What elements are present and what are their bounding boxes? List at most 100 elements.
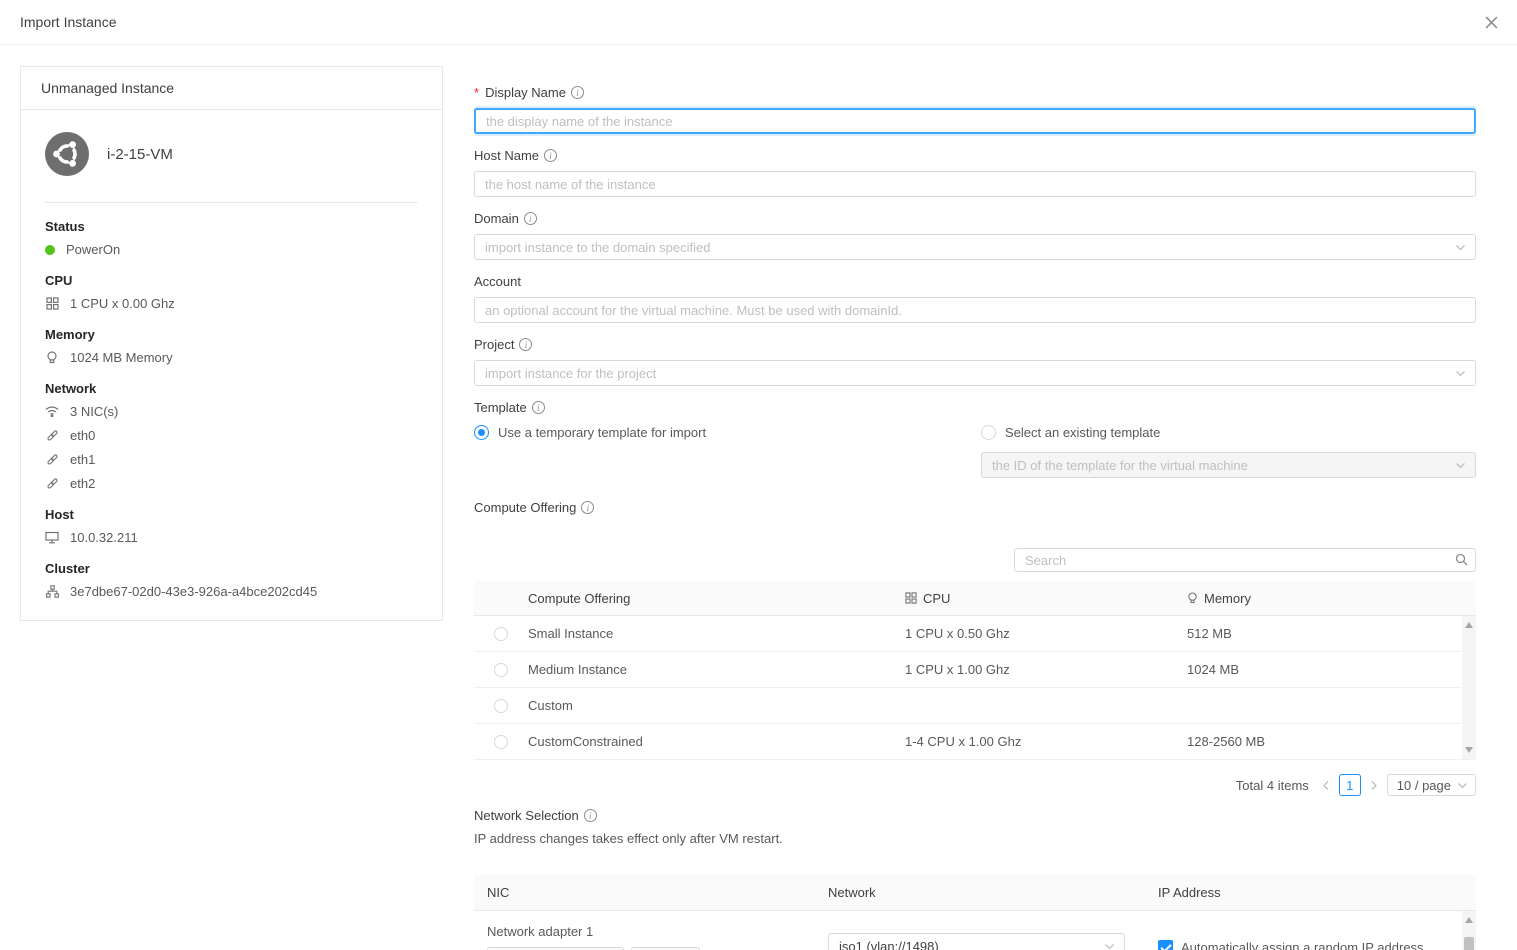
- project-select[interactable]: import instance for the project: [474, 360, 1476, 386]
- radio-existing-label: Select an existing template: [1005, 425, 1160, 440]
- network-eth0: eth0: [45, 428, 418, 443]
- template-label-row: Template: [474, 400, 1476, 415]
- status-dot-icon: [45, 245, 55, 255]
- project-label-row: Project: [474, 337, 1476, 352]
- chevron-down-icon: [1455, 368, 1466, 379]
- nic-table-header: NIC Network IP Address: [474, 875, 1476, 911]
- cluster-text: 3e7dbe67-02d0-43e3-926a-a4bce202cd45: [70, 584, 317, 599]
- compute-offering-label: Compute Offering: [474, 500, 576, 515]
- row-radio[interactable]: [494, 699, 508, 713]
- card-title: Unmanaged Instance: [21, 67, 442, 110]
- search-box: [1014, 548, 1476, 572]
- table-row[interactable]: CustomConstrained 1-4 CPU x 1.00 Ghz 128…: [474, 724, 1476, 760]
- memory-label: Memory: [45, 327, 418, 342]
- col-nic: NIC: [474, 885, 815, 900]
- account-input[interactable]: [474, 297, 1476, 323]
- row-radio[interactable]: [494, 627, 508, 641]
- cluster-label: Cluster: [45, 561, 418, 576]
- scrollbar-thumb[interactable]: [1464, 937, 1474, 950]
- col-network: Network: [815, 885, 1145, 900]
- status-label: Status: [45, 219, 418, 234]
- compute-offering-table-header: Compute Offering CPU Memory: [474, 581, 1476, 616]
- table-row[interactable]: Medium Instance 1 CPU x 1.00 Ghz 1024 MB: [474, 652, 1476, 688]
- pagination: Total 4 items 1 10 / page: [474, 773, 1476, 797]
- table-row[interactable]: Custom: [474, 688, 1476, 724]
- eth0-text: eth0: [70, 428, 95, 443]
- auto-assign-ip-checkbox[interactable]: [1158, 940, 1173, 950]
- scroll-up-icon[interactable]: [1465, 917, 1473, 923]
- network-label: Network: [45, 381, 418, 396]
- network-cell: iso1 (vlan://1498): [815, 911, 1145, 950]
- prev-page-icon[interactable]: [1321, 780, 1331, 791]
- cpu-label: CPU: [45, 273, 418, 288]
- ubuntu-logo-icon: [45, 132, 89, 176]
- eth2-text: eth2: [70, 476, 95, 491]
- cpu-grid-icon: [45, 297, 59, 310]
- host-value: 10.0.32.211: [45, 530, 418, 545]
- host-label: Host: [45, 507, 418, 522]
- host-name-input[interactable]: [474, 171, 1476, 197]
- link-icon: [45, 477, 59, 490]
- page-number-button[interactable]: 1: [1339, 774, 1361, 796]
- domain-placeholder: import instance to the domain specified: [485, 240, 710, 255]
- search-icon[interactable]: [1455, 553, 1468, 566]
- col-cpu: CPU: [905, 591, 1187, 606]
- cpu-grid-icon: [905, 592, 917, 604]
- template-option-temporary: Use a temporary template for import: [474, 423, 981, 478]
- host-text: 10.0.32.211: [70, 530, 138, 545]
- close-icon[interactable]: [1481, 12, 1501, 32]
- col-memory-label: Memory: [1204, 591, 1251, 606]
- existing-template-select: the ID of the template for the virtual m…: [981, 452, 1476, 478]
- page-title: Import Instance: [20, 14, 117, 30]
- divider: [45, 202, 418, 203]
- info-icon: [584, 809, 597, 822]
- table-scrollbar[interactable]: [1462, 616, 1476, 759]
- link-icon: [45, 429, 59, 442]
- offering-name: Custom: [528, 698, 905, 713]
- host-name-label: Host Name: [474, 148, 539, 163]
- row-radio[interactable]: [494, 735, 508, 749]
- row-radio[interactable]: [494, 663, 508, 677]
- vm-name: i-2-15-VM: [107, 146, 173, 163]
- nic-network-select[interactable]: iso1 (vlan://1498): [828, 933, 1125, 950]
- offering-name: Small Instance: [528, 626, 905, 641]
- next-page-icon[interactable]: [1369, 780, 1379, 791]
- import-form: * Display Name Host Name Domain import i…: [474, 66, 1476, 950]
- network-selection-label: Network Selection: [474, 808, 579, 823]
- memory-text: 1024 MB Memory: [70, 350, 173, 365]
- offering-cpu: 1 CPU x 0.50 Ghz: [905, 626, 1187, 641]
- chevron-down-icon: [1104, 941, 1115, 950]
- info-icon: [524, 212, 537, 225]
- template-option-existing: Select an existing template the ID of th…: [981, 423, 1476, 478]
- account-label: Account: [474, 274, 521, 289]
- page-size-select[interactable]: 10 / page: [1387, 774, 1476, 796]
- pagination-total: Total 4 items: [1236, 778, 1309, 793]
- account-label-row: Account: [474, 274, 1476, 289]
- scroll-up-icon[interactable]: [1465, 622, 1473, 628]
- chevron-down-icon: [1455, 460, 1466, 471]
- cluster-value: 3e7dbe67-02d0-43e3-926a-a4bce202cd45: [45, 584, 418, 599]
- scroll-down-icon[interactable]: [1465, 747, 1473, 753]
- nic-table-scrollbar[interactable]: [1462, 911, 1476, 950]
- info-icon: [544, 149, 557, 162]
- wifi-icon: [45, 406, 59, 417]
- memory-bulb-icon: [45, 351, 59, 365]
- status-text: PowerOn: [66, 242, 120, 257]
- status-value: PowerOn: [45, 242, 418, 257]
- col-compute-offering: Compute Offering: [528, 591, 905, 606]
- radio-temporary-template[interactable]: [474, 425, 489, 440]
- nic-network-value: iso1 (vlan://1498): [839, 939, 939, 950]
- table-row[interactable]: Small Instance 1 CPU x 0.50 Ghz 512 MB: [474, 616, 1476, 652]
- domain-label-row: Domain: [474, 211, 1476, 226]
- memory-bulb-icon: [1187, 592, 1198, 605]
- display-name-label-row: * Display Name: [474, 85, 1476, 100]
- nic-cell: Network adapter 1 mac: 02:00:24:a9:00:07…: [474, 911, 815, 950]
- display-name-input[interactable]: [474, 108, 1476, 134]
- radio-existing-template[interactable]: [981, 425, 996, 440]
- info-icon: [519, 338, 532, 351]
- network-eth2: eth2: [45, 476, 418, 491]
- search-input[interactable]: [1014, 548, 1476, 572]
- eth1-text: eth1: [70, 452, 95, 467]
- nic-table-row: Network adapter 1 mac: 02:00:24:a9:00:07…: [474, 911, 1476, 950]
- domain-select[interactable]: import instance to the domain specified: [474, 234, 1476, 260]
